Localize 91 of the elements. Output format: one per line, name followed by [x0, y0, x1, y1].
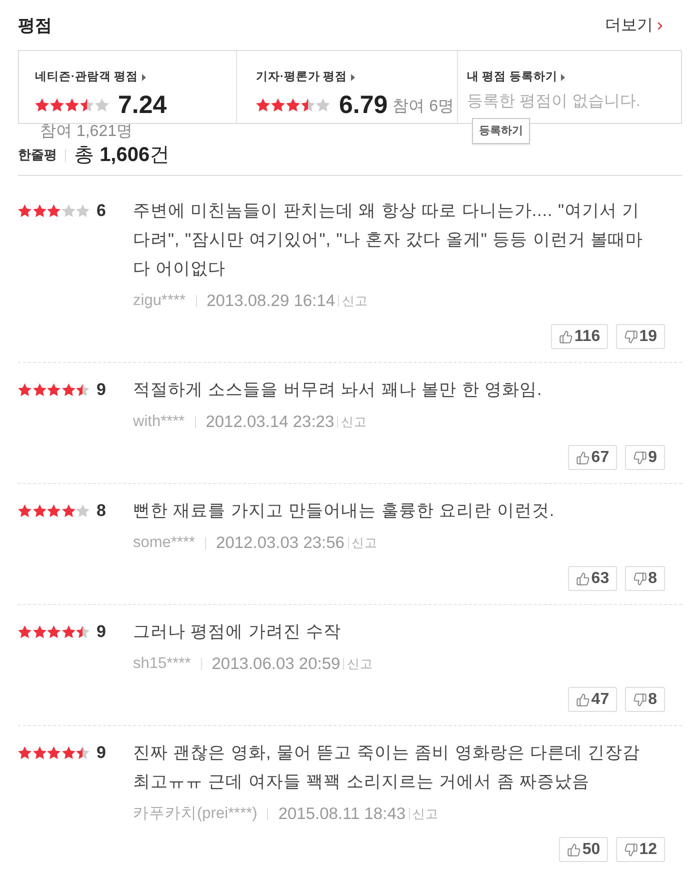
- average-score: 7.24: [118, 91, 167, 119]
- star-icon: [62, 204, 75, 218]
- star-icon: [95, 98, 109, 112]
- section-title: 평점: [18, 15, 52, 38]
- star-icon: [18, 504, 32, 518]
- more-link[interactable]: 더보기: [605, 14, 666, 38]
- star-icon: [32, 382, 46, 396]
- star-icon: [32, 746, 46, 760]
- username: sh15****: [133, 654, 191, 674]
- review-date: 2013.06.03 20:59: [212, 654, 340, 675]
- review-text: 적절하게 소스들을 버무려 놔서 꽤나 볼만 한 영화임.: [133, 379, 544, 401]
- star-icon: [76, 624, 90, 638]
- star-icon: [32, 204, 46, 218]
- star-icon: [76, 746, 90, 760]
- star-icon: [18, 624, 32, 638]
- star-icon: [256, 98, 270, 112]
- star-icon: [47, 504, 60, 518]
- section-label: 한줄평: [18, 146, 57, 164]
- thumbs-down-icon: [624, 842, 638, 856]
- caret-icon: [142, 74, 146, 80]
- review-text: 주변에 미친놈들이 판치는데 왜 항상 따로 다니는가.... "여기서 기다려", "잠시만 여기있어", "나 혼자 갔다 올게" 등등 이런거 볼때마다 어이없다: [133, 200, 644, 280]
- star-icon: [286, 98, 300, 112]
- rating-category-link[interactable]: 기자·평론가 평점: [256, 70, 457, 84]
- review-score: 9: [96, 620, 106, 643]
- username: 카푸카치(prei****): [133, 804, 258, 824]
- thumbs-up-icon: [576, 572, 590, 586]
- like-button[interactable]: 50: [559, 837, 608, 862]
- dislike-button[interactable]: 8: [625, 566, 665, 591]
- review-date: 2012.03.03 23:56: [216, 532, 344, 554]
- thumbs-up-icon: [559, 330, 574, 344]
- star-icon: [47, 624, 60, 638]
- rating-category-link[interactable]: 내 평점 등록하기: [467, 70, 682, 84]
- thumbs-up-icon: [567, 842, 582, 856]
- username: zigu****: [133, 291, 186, 312]
- star-icon: [62, 382, 75, 396]
- review-score: 9: [96, 742, 106, 764]
- username: some****: [133, 533, 196, 554]
- review-date: 2013.08.29 16:14: [206, 290, 336, 312]
- review-total: 총 1,606건: [74, 143, 170, 168]
- star-icon: [76, 504, 90, 518]
- username: with****: [133, 412, 185, 432]
- star-icon: [18, 204, 32, 218]
- like-button[interactable]: 63: [568, 566, 618, 591]
- review-date: 2015.08.11 18:43: [278, 804, 406, 825]
- like-button[interactable]: 47: [568, 687, 618, 712]
- like-button[interactable]: 116: [551, 324, 608, 349]
- dislike-button[interactable]: 19: [616, 324, 665, 349]
- review-score: 6: [96, 200, 106, 222]
- star-icon: [271, 98, 285, 112]
- star-icon: [76, 382, 90, 396]
- star-icon: [62, 746, 75, 760]
- dislike-button[interactable]: 9: [625, 445, 665, 470]
- star-icon: [62, 504, 75, 518]
- caret-icon: [561, 74, 566, 80]
- caret-icon: [351, 74, 356, 80]
- star-icon: [80, 98, 94, 112]
- thumbs-down-icon: [633, 692, 648, 706]
- dislike-button[interactable]: 12: [616, 837, 665, 862]
- star-icon: [32, 504, 46, 518]
- star-icon: [47, 746, 60, 760]
- star-icon: [18, 382, 32, 396]
- thumbs-up-icon: [576, 450, 590, 464]
- thumbs-down-icon: [633, 450, 648, 464]
- register-button[interactable]: 등록하기: [472, 118, 530, 144]
- star-icon: [50, 98, 64, 112]
- star-icon: [65, 98, 79, 112]
- star-icon: [76, 204, 90, 218]
- thumbs-down-icon: [624, 330, 638, 344]
- star-icon: [47, 204, 60, 218]
- review-score: 8: [96, 500, 106, 522]
- star-icon: [18, 746, 32, 760]
- empty-rating-message: 등록한 평점이 없습니다.: [467, 92, 640, 112]
- star-icon: [32, 624, 46, 638]
- review-score: 9: [96, 378, 106, 401]
- review-text: 진짜 괜찮은 영화, 물어 뜯고 죽이는 좀비 영화랑은 다른데 긴장감 최고ㅠㅠ 근데 여자들 꽥꽥 소리지르는 거에서 좀 짜증났음: [133, 742, 642, 793]
- participant-count: 참여 1,621명: [40, 122, 132, 142]
- rating-category-link[interactable]: 네티즌·관람객 평점: [35, 70, 236, 84]
- participant-count: 참여 6명: [392, 96, 454, 116]
- average-score: 6.79: [339, 91, 388, 119]
- star-icon: [316, 98, 330, 112]
- review-text: 뻔한 재료를 가지고 만들어내는 훌륭한 요리란 이런것.: [133, 500, 556, 522]
- star-icon: [301, 98, 315, 112]
- thumbs-down-icon: [633, 572, 648, 586]
- review-date: 2012.03.14 23:23: [206, 412, 334, 433]
- thumbs-up-icon: [576, 692, 590, 706]
- dislike-button[interactable]: 8: [625, 687, 665, 712]
- review-text: 그러나 평점에 가려진 수작: [133, 621, 342, 643]
- like-button[interactable]: 67: [568, 445, 618, 470]
- star-icon: [47, 382, 60, 396]
- star-icon: [35, 98, 49, 112]
- star-icon: [62, 624, 75, 638]
